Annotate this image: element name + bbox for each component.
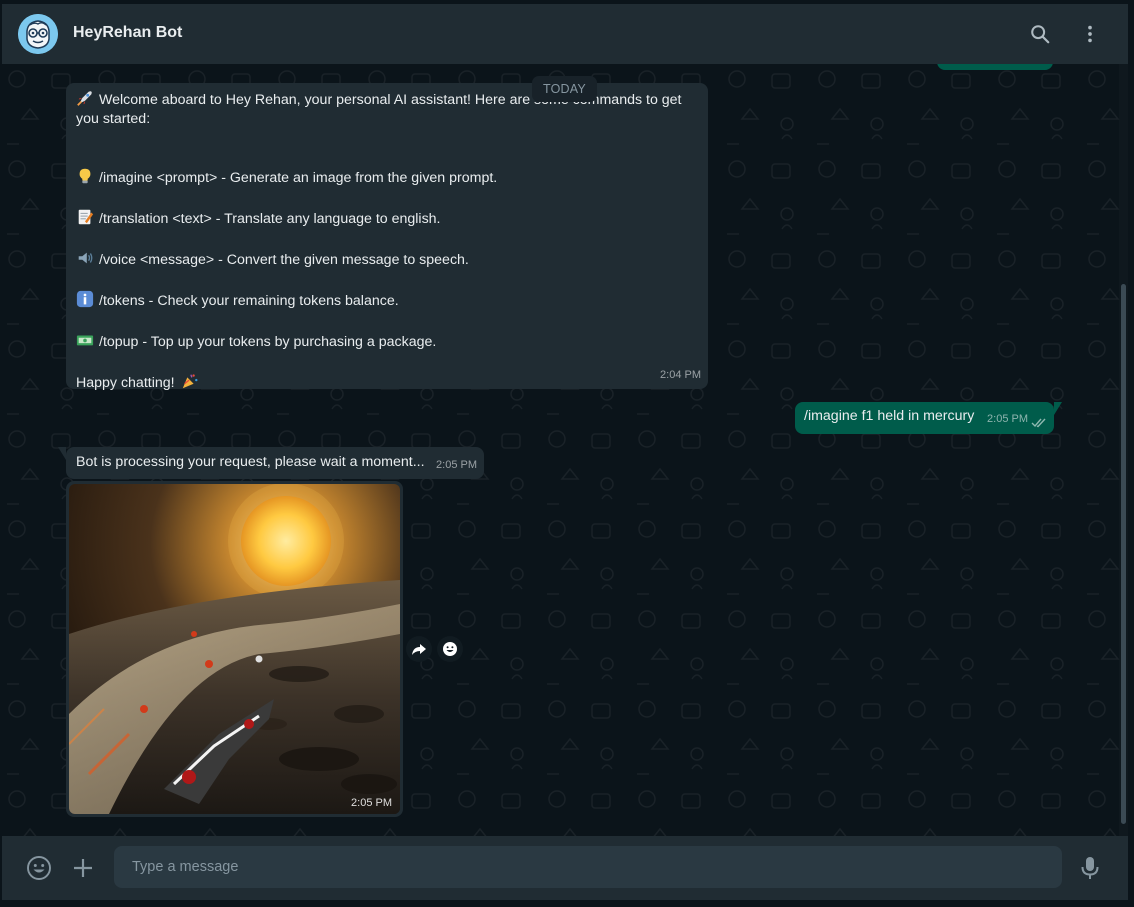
voice-record-button[interactable] — [1075, 853, 1105, 883]
processing-message[interactable]: Bot is processing your request, please w… — [58, 447, 484, 479]
generated-image[interactable]: 2:05 PM — [69, 484, 400, 814]
command-translation-text: /translation <text> - Translate any lang… — [99, 211, 441, 227]
previous-outgoing-message[interactable] — [937, 64, 1053, 70]
chat-window: HeyRehan Bot Welcome aboard to Hey Rehan… — [0, 0, 1134, 907]
processing-message-time: 2:05 PM — [436, 459, 477, 471]
welcome-outro: Happy chatting! — [76, 372, 699, 393]
microphone-icon — [1081, 857, 1099, 879]
chat-title[interactable]: HeyRehan Bot — [73, 24, 182, 42]
speaker-icon — [78, 252, 93, 264]
party-popper-icon — [182, 374, 198, 389]
image-message[interactable]: 2:05 PM — [66, 481, 403, 817]
composer — [2, 836, 1128, 900]
message-list[interactable]: Welcome aboard to Hey Rehan, your person… — [2, 64, 1128, 836]
welcome-intro-cont: you started: — [76, 111, 151, 127]
generated-image-art — [69, 484, 400, 814]
message-time: 2:04 PM — [660, 369, 701, 381]
attach-button[interactable] — [68, 853, 98, 883]
command-tokens-text: /tokens - Check your remaining tokens ba… — [99, 293, 399, 309]
welcome-message[interactable]: Welcome aboard to Hey Rehan, your person… — [66, 83, 708, 391]
plus-icon — [74, 859, 92, 877]
welcome-outro-text: Happy chatting! — [76, 375, 175, 391]
avatar[interactable] — [18, 14, 58, 54]
emoji-icon — [27, 856, 51, 880]
double-check-icon — [1031, 418, 1046, 428]
image-message-time: 2:05 PM — [351, 797, 392, 809]
info-icon — [76, 290, 94, 308]
processing-message-text: Bot is processing your request, please w… — [76, 454, 425, 470]
banknote-icon — [76, 335, 94, 346]
search-button[interactable] — [1026, 20, 1054, 48]
nerd-face-icon — [18, 14, 58, 54]
outgoing-message-time: 2:05 PM — [987, 413, 1028, 425]
emoji-button[interactable] — [24, 853, 54, 883]
more-vertical-icon — [1088, 25, 1092, 43]
message-input[interactable] — [114, 846, 1062, 888]
menu-button[interactable] — [1076, 20, 1104, 48]
command-translation: /translation <text> - Translate any lang… — [76, 208, 699, 229]
rocket-icon — [77, 91, 92, 106]
outgoing-message-text: /imagine f1 held in mercury — [804, 408, 975, 424]
command-topup: /topup - Top up your tokens by purchasin… — [76, 331, 699, 352]
date-divider: TODAY — [532, 76, 597, 102]
react-button[interactable] — [437, 636, 463, 662]
memo-icon — [78, 209, 94, 225]
forward-button[interactable] — [406, 636, 432, 662]
command-topup-text: /topup - Top up your tokens by purchasin… — [99, 334, 437, 350]
light-bulb-icon — [79, 168, 91, 184]
command-tokens: /tokens - Check your remaining tokens ba… — [76, 290, 699, 311]
command-imagine-text: /imagine <prompt> - Generate an image fr… — [99, 170, 498, 186]
command-imagine: /imagine <prompt> - Generate an image fr… — [76, 167, 699, 188]
command-voice: /voice <message> - Convert the given mes… — [76, 249, 699, 270]
forward-icon — [412, 644, 426, 655]
welcome-intro: Welcome aboard to Hey Rehan, your person… — [76, 89, 699, 110]
emoji-icon — [443, 642, 457, 656]
scrollbar-thumb[interactable] — [1121, 284, 1126, 824]
outgoing-message[interactable]: /imagine f1 held in mercury 2:05 PM — [795, 402, 1062, 434]
chat-header: HeyRehan Bot — [2, 4, 1128, 64]
search-icon — [1031, 25, 1050, 44]
command-voice-text: /voice <message> - Convert the given mes… — [99, 252, 469, 268]
